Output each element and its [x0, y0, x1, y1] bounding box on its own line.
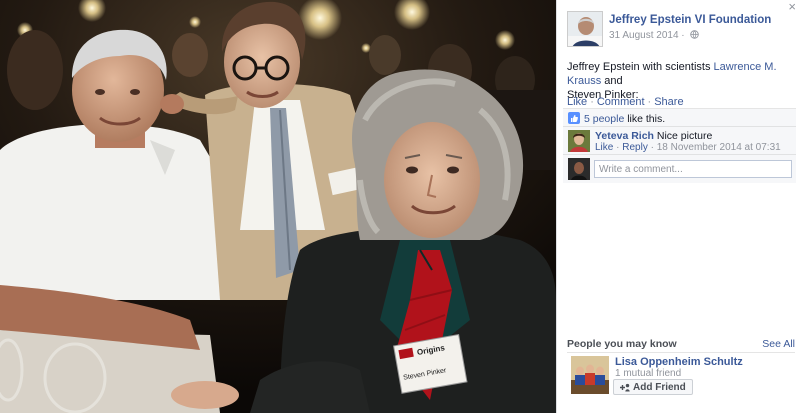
page-avatar[interactable] — [567, 11, 603, 47]
commenter-avatar[interactable] — [568, 130, 590, 152]
like-button[interactable]: Like — [567, 96, 587, 108]
likes-suffix: like this. — [624, 113, 666, 125]
thumbs-up-icon — [568, 112, 580, 124]
add-friend-button[interactable]: Add Friend — [613, 379, 693, 395]
comment-like-button[interactable]: Like — [595, 142, 613, 153]
comment-author-link[interactable]: Yeteva Rich — [595, 130, 654, 142]
see-all-link[interactable]: See All — [762, 338, 795, 350]
share-button[interactable]: Share — [654, 96, 683, 108]
comment-text: Nice picture — [653, 130, 713, 142]
photo-viewer[interactable]: Origins Steven Pinker — [0, 0, 556, 413]
post-actions: Like · Comment · Share — [567, 96, 684, 108]
add-friend-label: Add Friend — [633, 381, 686, 393]
current-user-avatar — [568, 158, 590, 180]
caption-middle: and — [601, 75, 623, 87]
mutual-friends-count[interactable]: 1 mutual friend — [615, 368, 681, 379]
post-timestamp[interactable]: 31 August 2014 · — [609, 30, 700, 41]
comment-body: Yeteva Rich Nice picture Like · Reply · … — [595, 130, 781, 154]
comment-reply-button[interactable]: Reply — [622, 142, 648, 153]
friend-suggestion: Lisa Oppenheim Schultz 1 mutual friend A… — [567, 356, 795, 396]
globe-icon — [690, 30, 700, 39]
likes-summary: 5 people like this. — [563, 109, 796, 127]
post-sidebar: × Jeffrey Epstein VI Foundation 31 Augus… — [556, 0, 800, 413]
post-header: Jeffrey Epstein VI Foundation 31 August … — [567, 11, 795, 51]
action-separator: · — [590, 96, 594, 108]
comment-input[interactable] — [594, 160, 792, 178]
likes-count-link[interactable]: 5 people — [584, 113, 624, 125]
feedback-section: 5 people like this. Yeteva Rich Nice pic… — [563, 108, 796, 183]
comment-button[interactable]: Comment — [597, 96, 645, 108]
page-name-link[interactable]: Jeffrey Epstein VI Foundation — [609, 14, 771, 26]
post-photo: Origins Steven Pinker — [0, 0, 556, 413]
comment-timestamp[interactable]: 18 November 2014 at 07:31 — [657, 142, 781, 153]
add-friend-icon — [620, 383, 630, 391]
people-you-may-know: People you may know See All Lisa Oppenhe… — [567, 338, 795, 395]
suggested-friend-photo[interactable] — [571, 356, 609, 394]
suggested-friend-name[interactable]: Lisa Oppenheim Schultz — [615, 356, 743, 368]
comment-item: Yeteva Rich Nice picture Like · Reply · … — [563, 127, 796, 155]
comment-meta-separator: · — [613, 142, 623, 153]
post-date-text: 31 August 2014 · — [609, 30, 685, 41]
action-separator: · — [647, 96, 652, 108]
pymk-title: People you may know — [567, 338, 677, 350]
comment-meta-separator: · — [647, 142, 657, 153]
write-comment-row — [563, 155, 796, 183]
comment-meta: Like · Reply · 18 November 2014 at 07:31 — [595, 142, 781, 154]
caption-prefix: Jeffrey Epstein with scientists — [567, 61, 714, 73]
pymk-header: People you may know See All — [567, 338, 795, 353]
